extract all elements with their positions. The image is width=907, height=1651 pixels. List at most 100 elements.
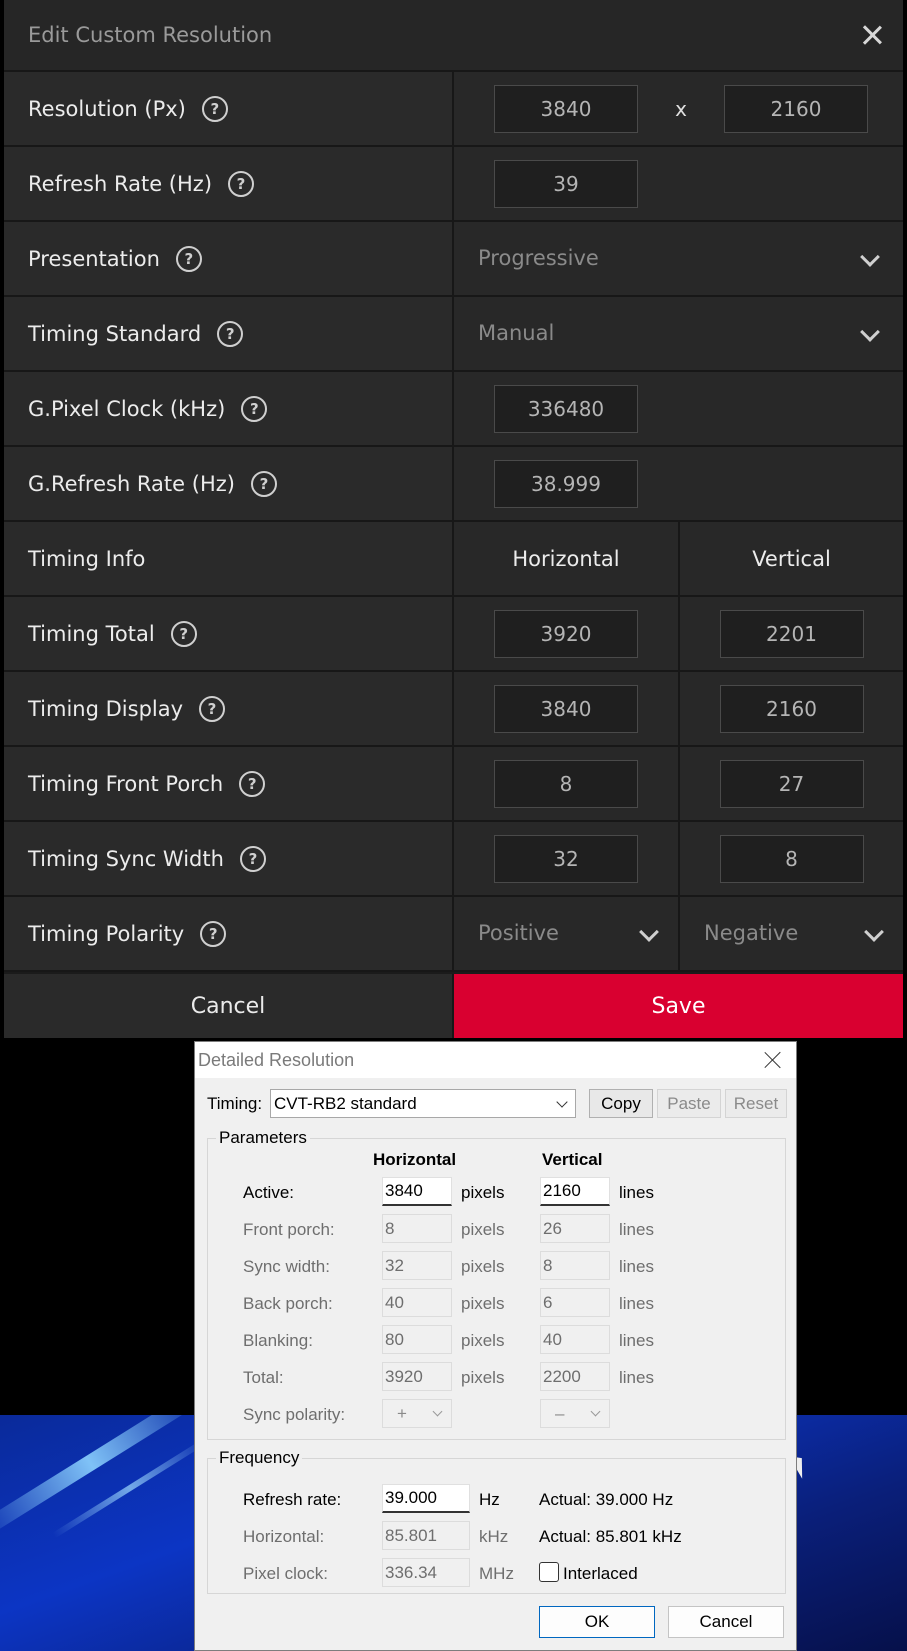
sync-width-v-input[interactable]: 8 xyxy=(719,834,864,883)
presentation-dropdown[interactable]: Progressive xyxy=(454,222,903,295)
sync-polarity-v-value: – xyxy=(555,1403,565,1423)
refresh-rate-input[interactable]: 39.000 xyxy=(382,1484,470,1513)
reset-button[interactable]: Reset xyxy=(725,1089,787,1118)
polarity-v-dropdown[interactable]: Negative xyxy=(680,897,903,970)
resolution-height-input[interactable]: 2160 xyxy=(724,84,868,133)
dialog-title-bar: Detailed Resolution xyxy=(195,1042,796,1078)
pixel-clock-row: G.Pixel Clock (kHz)? 336480 xyxy=(4,372,903,447)
interlaced-label: Interlaced xyxy=(563,1564,638,1583)
blanking-v-field: 40 xyxy=(540,1325,610,1354)
resolution-label: Resolution (Px) xyxy=(28,96,186,121)
front-porch-label: Front porch: xyxy=(243,1220,335,1239)
g-refresh-rate-field: 38.999 xyxy=(494,459,638,508)
front-porch-h-field: 8 xyxy=(382,1214,452,1243)
resolution-width-input[interactable]: 3840 xyxy=(494,84,638,133)
help-icon[interactable]: ? xyxy=(239,770,266,797)
active-label: Active: xyxy=(243,1183,295,1202)
pixel-clock-field: 336480 xyxy=(494,384,638,433)
sync-width-h-field: 32 xyxy=(382,1251,452,1280)
pixel-clock-label: Pixel clock: xyxy=(243,1564,329,1583)
refresh-rate-actual: Actual: 39.000 Hz xyxy=(539,1490,674,1509)
help-icon[interactable]: ? xyxy=(201,95,228,122)
sync-width-label: Timing Sync Width xyxy=(28,846,224,871)
timing-total-v-input[interactable]: 2201 xyxy=(719,609,864,658)
vertical-header: Vertical xyxy=(752,546,831,571)
front-porch-h-input[interactable]: 8 xyxy=(494,759,638,808)
ok-button[interactable]: OK xyxy=(539,1606,655,1638)
active-h-input[interactable]: 3840 xyxy=(382,1177,452,1206)
sync-polarity-h-value: + xyxy=(397,1403,407,1423)
refresh-rate-label: Refresh rate: xyxy=(243,1490,342,1509)
timing-display-h-input[interactable]: 3840 xyxy=(494,684,638,733)
timing-standard-dropdown[interactable]: Manual xyxy=(454,297,903,370)
chevron-down-icon xyxy=(860,247,880,267)
front-porch-v-field: 26 xyxy=(540,1214,610,1243)
timing-total-row: Timing Total? 3920 2201 xyxy=(4,597,903,672)
sync-width-v-unit: lines xyxy=(619,1257,654,1276)
sync-width-h-unit: pixels xyxy=(461,1257,505,1276)
blanking-label: Blanking: xyxy=(243,1331,313,1350)
total-label: Total: xyxy=(243,1368,284,1387)
polarity-label: Timing Polarity xyxy=(28,921,185,946)
help-icon[interactable]: ? xyxy=(239,845,266,872)
back-porch-v-unit: lines xyxy=(619,1294,654,1313)
chevron-down-icon xyxy=(432,1406,443,1417)
horizontal-header: Horizontal xyxy=(512,546,620,571)
copy-button[interactable]: Copy xyxy=(589,1089,653,1118)
timing-total-h-input[interactable]: 3920 xyxy=(494,609,638,658)
horizontal-frequency-unit: kHz xyxy=(479,1527,509,1546)
vertical-column-header: Vertical xyxy=(542,1150,603,1169)
sync-width-h-input[interactable]: 32 xyxy=(494,834,638,883)
panel-title: Edit Custom Resolution xyxy=(28,23,273,47)
sync-polarity-h-select[interactable]: + xyxy=(382,1399,452,1428)
sync-polarity-v-select[interactable]: – xyxy=(540,1399,610,1428)
horizontal-frequency-label: Horizontal: xyxy=(243,1527,325,1546)
polarity-h-dropdown[interactable]: Positive xyxy=(454,897,680,970)
total-v-unit: lines xyxy=(619,1368,654,1387)
help-icon[interactable]: ? xyxy=(217,320,244,347)
timing-info-header-row: Timing Info Horizontal Vertical xyxy=(4,522,903,597)
back-porch-label: Back porch: xyxy=(243,1294,333,1313)
pixel-clock-label: G.Pixel Clock (kHz) xyxy=(28,396,226,421)
dialog-cancel-button[interactable]: Cancel xyxy=(668,1606,784,1638)
polarity-v-value: Negative xyxy=(704,921,799,945)
pixel-clock-field: 336.34 xyxy=(382,1558,470,1587)
refresh-rate-label: Refresh Rate (Hz) xyxy=(28,171,213,196)
resolution-row: Resolution (Px)? 3840 x 2160 xyxy=(4,72,903,147)
help-icon[interactable]: ? xyxy=(199,695,226,722)
frequency-legend: Frequency xyxy=(216,1448,303,1468)
timing-label: Timing: xyxy=(207,1094,263,1113)
interlaced-checkbox[interactable] xyxy=(539,1562,559,1582)
close-icon[interactable] xyxy=(859,22,885,48)
help-icon[interactable]: ? xyxy=(170,620,197,647)
timing-standard-row: Timing Standard? Manual xyxy=(4,297,903,372)
back-porch-h-unit: pixels xyxy=(461,1294,505,1313)
sync-polarity-label: Sync polarity: xyxy=(243,1405,346,1424)
save-button[interactable]: Save xyxy=(454,974,903,1038)
paste-button[interactable]: Paste xyxy=(657,1089,721,1118)
sync-width-label: Sync width: xyxy=(243,1257,330,1276)
cancel-button[interactable]: Cancel xyxy=(4,974,454,1038)
timing-select[interactable]: CVT-RB2 standard xyxy=(270,1089,576,1118)
help-icon[interactable]: ? xyxy=(200,920,227,947)
edit-custom-resolution-panel: Edit Custom Resolution Resolution (Px)? … xyxy=(4,0,903,1038)
front-porch-row: Timing Front Porch? 8 27 xyxy=(4,747,903,822)
refresh-rate-input[interactable]: 39 xyxy=(494,159,638,208)
timing-display-v-input[interactable]: 2160 xyxy=(719,684,864,733)
polarity-row: Timing Polarity? Positive Negative xyxy=(4,897,903,972)
horizontal-column-header: Horizontal xyxy=(373,1150,457,1169)
detailed-resolution-dialog: Detailed Resolution Timing: CVT-RB2 stan… xyxy=(194,1041,797,1651)
front-porch-v-input[interactable]: 27 xyxy=(719,759,864,808)
polarity-h-value: Positive xyxy=(478,921,559,945)
wallpaper-light-streak xyxy=(0,1415,205,1539)
help-icon[interactable]: ? xyxy=(241,395,268,422)
active-v-input[interactable]: 2160 xyxy=(540,1177,610,1206)
close-icon[interactable] xyxy=(764,1051,782,1069)
help-icon[interactable]: ? xyxy=(250,470,277,497)
wallpaper-light-streak xyxy=(52,1437,208,1539)
total-h-field: 3920 xyxy=(382,1362,452,1391)
panel-buttons: Cancel Save xyxy=(4,974,903,1038)
parameters-legend: Parameters xyxy=(216,1128,310,1148)
help-icon[interactable]: ? xyxy=(228,170,255,197)
help-icon[interactable]: ? xyxy=(175,245,202,272)
